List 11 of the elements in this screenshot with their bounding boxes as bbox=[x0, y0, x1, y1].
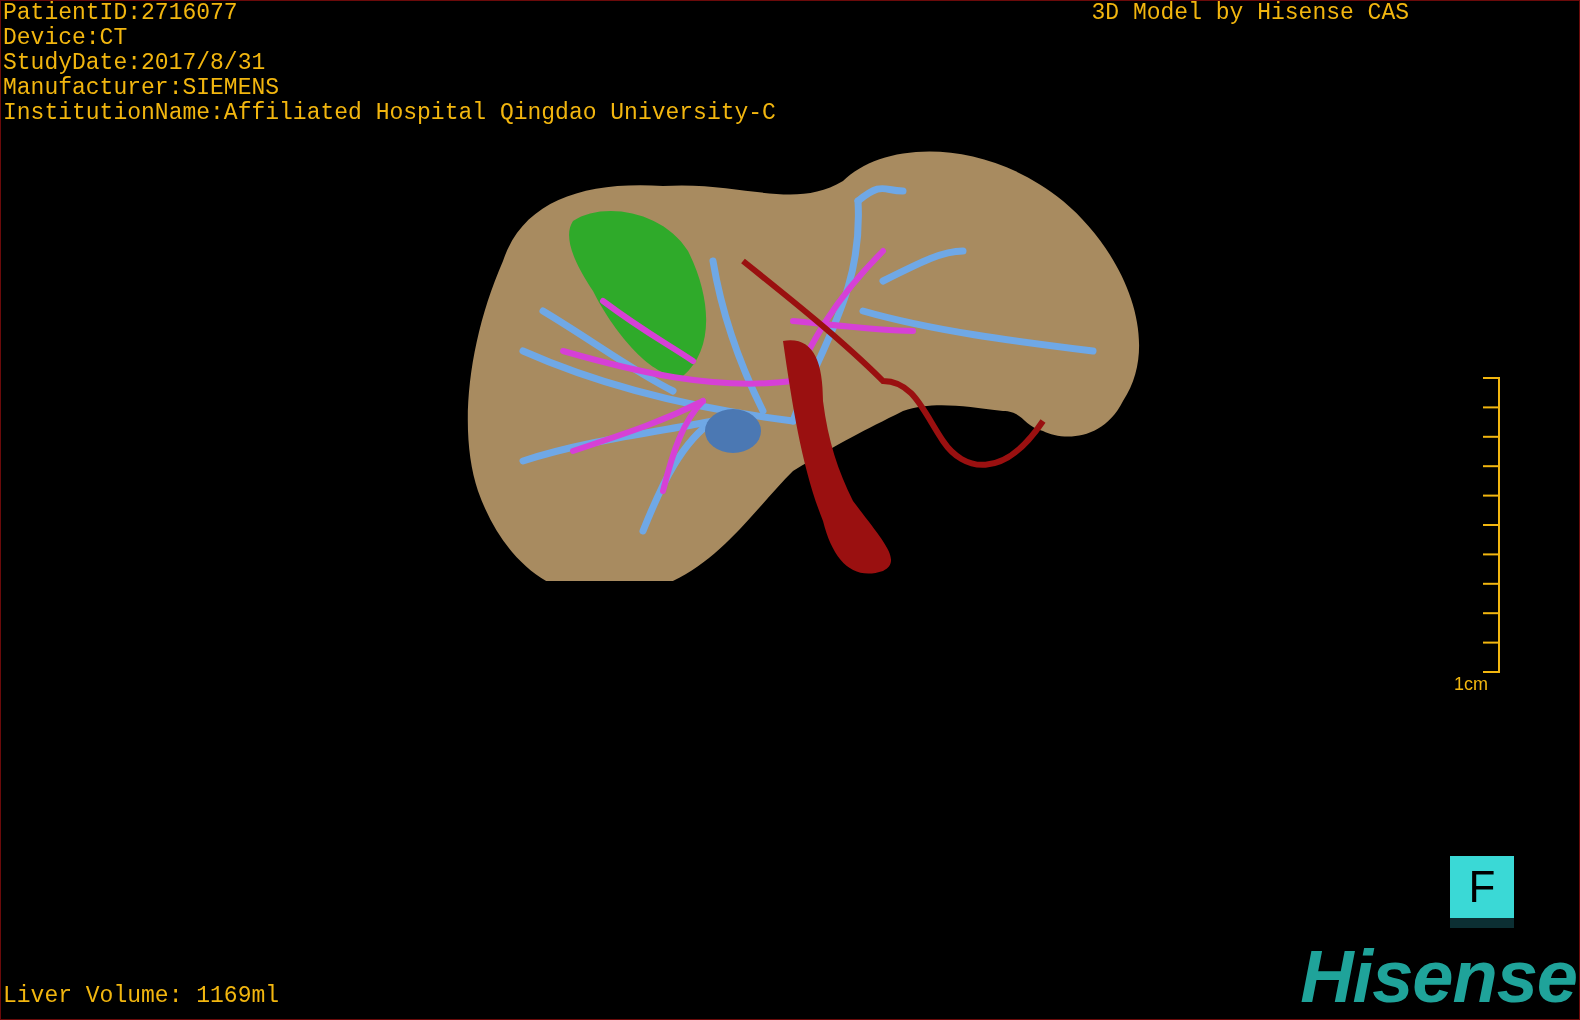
orientation-cube[interactable]: F bbox=[1450, 856, 1514, 928]
patient-info-text: Device:CT bbox=[3, 26, 129, 51]
patient-info-text: InstitutionName:Affiliated Hospital Qingdao University-C bbox=[3, 101, 776, 126]
patient-info-text: PatientID:2716077 bbox=[3, 1, 239, 26]
credit-text: 3D Model by Hisense CAS bbox=[1091, 1, 1409, 26]
liver-volume-text: Liver Volume: 1169ml bbox=[2, 984, 280, 1009]
patient-info-text: StudyDate:2017/8/31 bbox=[3, 51, 267, 76]
scale-bar-icon bbox=[1481, 377, 1501, 673]
patient-info-text: Manufacturer:SIEMENS bbox=[3, 76, 281, 101]
logo-text: Hisense bbox=[1300, 945, 1577, 1009]
scale-label: 1cm bbox=[1453, 674, 1489, 694]
